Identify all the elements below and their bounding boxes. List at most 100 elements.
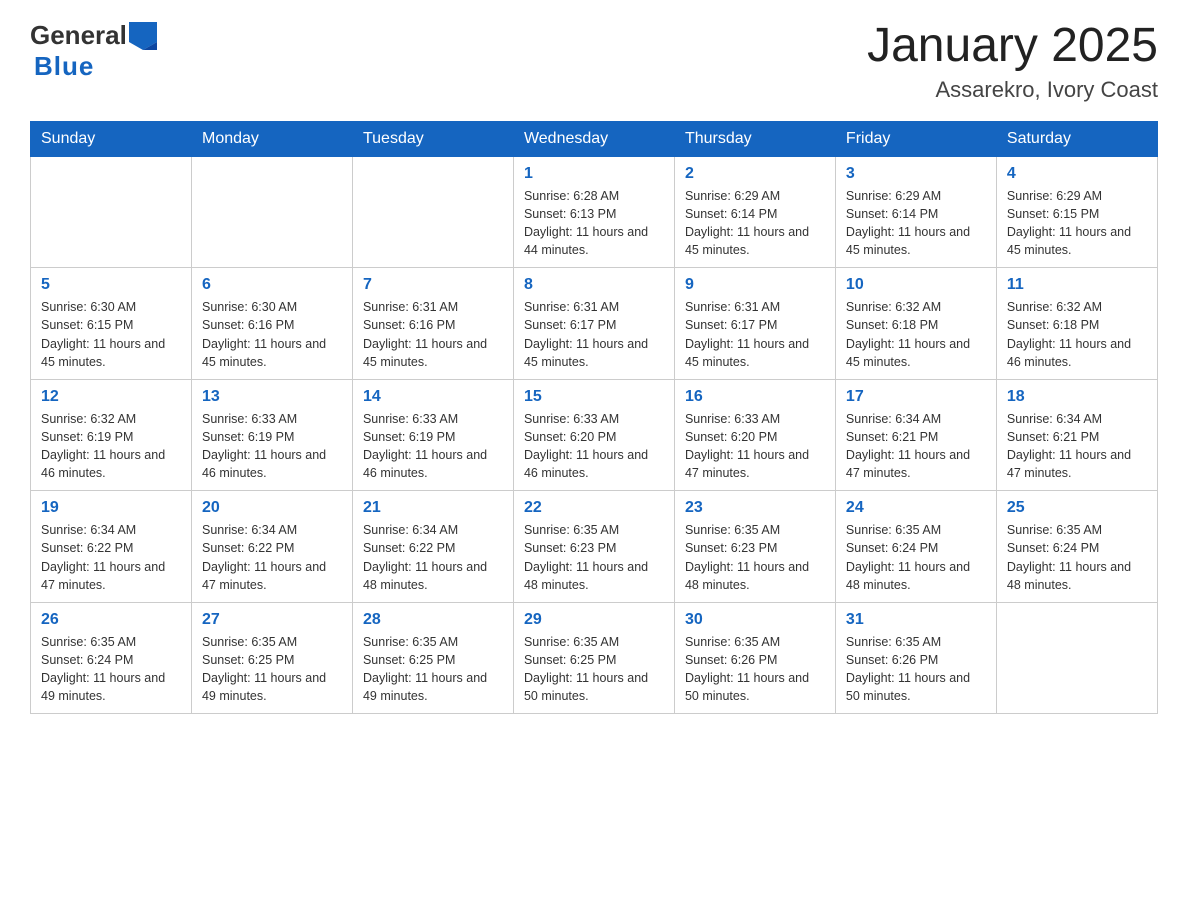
logo-icon — [129, 22, 157, 50]
day-number: 12 — [41, 388, 181, 406]
day-info: Sunrise: 6:28 AM Sunset: 6:13 PM Dayligh… — [524, 187, 664, 260]
week-row-4: 19Sunrise: 6:34 AM Sunset: 6:22 PM Dayli… — [31, 491, 1158, 603]
day-info: Sunrise: 6:29 AM Sunset: 6:14 PM Dayligh… — [846, 187, 986, 260]
calendar-table: SundayMondayTuesdayWednesdayThursdayFrid… — [30, 121, 1158, 715]
calendar-cell: 20 Sunrise: 6:34 AM Sunset: 6:22 PM Dayli… — [191, 491, 352, 603]
calendar-cell — [31, 156, 192, 268]
day-info: Sunrise: 6:34 AM Sunset: 6:22 PM Dayligh… — [41, 521, 181, 594]
day-number: 11 — [1007, 276, 1147, 294]
week-row-5: 26 Sunrise: 6:35 AM Sunset: 6:24 PM Dayli… — [31, 602, 1158, 714]
day-info: Sunrise: 6:35 AM Sunset: 6:24 PM Dayligh… — [1007, 521, 1147, 594]
calendar-cell: 13 Sunrise: 6:33 AM Sunset: 6:19 PM Dayli… — [191, 379, 352, 491]
calendar-cell: 30 Sunrise: 6:35 AM Sunset: 6:26 PM Dayli… — [674, 602, 835, 714]
calendar-cell — [996, 602, 1157, 714]
day-info: Sunrise: 6:29 AM Sunset: 6:14 PM Dayligh… — [685, 187, 825, 260]
day-info: Sunrise: 6:30 AM Sunset: 6:15 PM Dayligh… — [41, 298, 181, 371]
day-number: 17 — [846, 388, 986, 406]
day-number: 27 — [202, 611, 342, 629]
weekday-header-friday: Friday — [835, 121, 996, 156]
day-number: 25 — [1007, 499, 1147, 517]
calendar-cell: 19Sunrise: 6:34 AM Sunset: 6:22 PM Dayli… — [31, 491, 192, 603]
calendar-cell: 16 Sunrise: 6:33 AM Sunset: 6:20 PM Dayli… — [674, 379, 835, 491]
location-title: Assarekro, Ivory Coast — [867, 77, 1158, 103]
day-info: Sunrise: 6:35 AM Sunset: 6:26 PM Dayligh… — [846, 633, 986, 706]
calendar-cell: 11 Sunrise: 6:32 AM Sunset: 6:18 PM Dayli… — [996, 268, 1157, 380]
weekday-header-thursday: Thursday — [674, 121, 835, 156]
week-row-2: 5 Sunrise: 6:30 AM Sunset: 6:15 PM Daylig… — [31, 268, 1158, 380]
day-number: 22 — [524, 499, 664, 517]
day-info: Sunrise: 6:35 AM Sunset: 6:23 PM Dayligh… — [524, 521, 664, 594]
calendar-cell: 18 Sunrise: 6:34 AM Sunset: 6:21 PM Dayli… — [996, 379, 1157, 491]
day-number: 5 — [41, 276, 181, 294]
day-number: 16 — [685, 388, 825, 406]
day-info: Sunrise: 6:31 AM Sunset: 6:17 PM Dayligh… — [685, 298, 825, 371]
day-number: 31 — [846, 611, 986, 629]
day-number: 6 — [202, 276, 342, 294]
day-number: 10 — [846, 276, 986, 294]
day-info: Sunrise: 6:29 AM Sunset: 6:15 PM Dayligh… — [1007, 187, 1147, 260]
day-number: 1 — [524, 165, 664, 183]
day-number: 18 — [1007, 388, 1147, 406]
day-info: Sunrise: 6:33 AM Sunset: 6:20 PM Dayligh… — [524, 410, 664, 483]
day-info: Sunrise: 6:35 AM Sunset: 6:24 PM Dayligh… — [846, 521, 986, 594]
day-info: Sunrise: 6:34 AM Sunset: 6:21 PM Dayligh… — [846, 410, 986, 483]
logo: General Blue — [30, 20, 157, 82]
day-info: Sunrise: 6:34 AM Sunset: 6:22 PM Dayligh… — [202, 521, 342, 594]
calendar-cell: 10Sunrise: 6:32 AM Sunset: 6:18 PM Dayli… — [835, 268, 996, 380]
logo-blue: Blue — [34, 51, 94, 82]
day-number: 24 — [846, 499, 986, 517]
day-info: Sunrise: 6:32 AM Sunset: 6:19 PM Dayligh… — [41, 410, 181, 483]
day-info: Sunrise: 6:35 AM Sunset: 6:25 PM Dayligh… — [202, 633, 342, 706]
day-number: 30 — [685, 611, 825, 629]
weekday-header-saturday: Saturday — [996, 121, 1157, 156]
day-info: Sunrise: 6:34 AM Sunset: 6:21 PM Dayligh… — [1007, 410, 1147, 483]
calendar-cell: 9 Sunrise: 6:31 AM Sunset: 6:17 PM Daylig… — [674, 268, 835, 380]
day-info: Sunrise: 6:32 AM Sunset: 6:18 PM Dayligh… — [1007, 298, 1147, 371]
calendar-cell: 26 Sunrise: 6:35 AM Sunset: 6:24 PM Dayli… — [31, 602, 192, 714]
day-number: 14 — [363, 388, 503, 406]
logo-general: General — [30, 20, 127, 51]
calendar-cell: 3Sunrise: 6:29 AM Sunset: 6:14 PM Daylig… — [835, 156, 996, 268]
day-info: Sunrise: 6:31 AM Sunset: 6:17 PM Dayligh… — [524, 298, 664, 371]
calendar-cell: 6 Sunrise: 6:30 AM Sunset: 6:16 PM Daylig… — [191, 268, 352, 380]
weekday-header-row: SundayMondayTuesdayWednesdayThursdayFrid… — [31, 121, 1158, 156]
weekday-header-wednesday: Wednesday — [513, 121, 674, 156]
day-info: Sunrise: 6:35 AM Sunset: 6:23 PM Dayligh… — [685, 521, 825, 594]
day-number: 26 — [41, 611, 181, 629]
day-info: Sunrise: 6:35 AM Sunset: 6:26 PM Dayligh… — [685, 633, 825, 706]
calendar-cell: 21Sunrise: 6:34 AM Sunset: 6:22 PM Dayli… — [352, 491, 513, 603]
calendar-cell: 31 Sunrise: 6:35 AM Sunset: 6:26 PM Dayli… — [835, 602, 996, 714]
calendar-cell: 8Sunrise: 6:31 AM Sunset: 6:17 PM Daylig… — [513, 268, 674, 380]
day-info: Sunrise: 6:33 AM Sunset: 6:19 PM Dayligh… — [202, 410, 342, 483]
weekday-header-tuesday: Tuesday — [352, 121, 513, 156]
day-number: 20 — [202, 499, 342, 517]
weekday-header-monday: Monday — [191, 121, 352, 156]
calendar-cell: 27 Sunrise: 6:35 AM Sunset: 6:25 PM Dayli… — [191, 602, 352, 714]
week-row-3: 12 Sunrise: 6:32 AM Sunset: 6:19 PM Dayli… — [31, 379, 1158, 491]
day-number: 13 — [202, 388, 342, 406]
day-info: Sunrise: 6:35 AM Sunset: 6:25 PM Dayligh… — [524, 633, 664, 706]
title-section: January 2025 Assarekro, Ivory Coast — [867, 20, 1158, 103]
calendar-cell: 23 Sunrise: 6:35 AM Sunset: 6:23 PM Dayli… — [674, 491, 835, 603]
calendar-cell: 4Sunrise: 6:29 AM Sunset: 6:15 PM Daylig… — [996, 156, 1157, 268]
calendar-cell: 25 Sunrise: 6:35 AM Sunset: 6:24 PM Dayli… — [996, 491, 1157, 603]
day-number: 29 — [524, 611, 664, 629]
calendar-cell: 14 Sunrise: 6:33 AM Sunset: 6:19 PM Dayli… — [352, 379, 513, 491]
calendar-cell: 28Sunrise: 6:35 AM Sunset: 6:25 PM Dayli… — [352, 602, 513, 714]
calendar-cell — [352, 156, 513, 268]
calendar-cell: 29 Sunrise: 6:35 AM Sunset: 6:25 PM Dayli… — [513, 602, 674, 714]
day-info: Sunrise: 6:33 AM Sunset: 6:19 PM Dayligh… — [363, 410, 503, 483]
calendar-cell: 24 Sunrise: 6:35 AM Sunset: 6:24 PM Dayli… — [835, 491, 996, 603]
day-info: Sunrise: 6:30 AM Sunset: 6:16 PM Dayligh… — [202, 298, 342, 371]
day-number: 23 — [685, 499, 825, 517]
calendar-cell: 17 Sunrise: 6:34 AM Sunset: 6:21 PM Dayli… — [835, 379, 996, 491]
day-info: Sunrise: 6:33 AM Sunset: 6:20 PM Dayligh… — [685, 410, 825, 483]
day-info: Sunrise: 6:35 AM Sunset: 6:24 PM Dayligh… — [41, 633, 181, 706]
day-info: Sunrise: 6:35 AM Sunset: 6:25 PM Dayligh… — [363, 633, 503, 706]
day-number: 15 — [524, 388, 664, 406]
calendar-cell: 15 Sunrise: 6:33 AM Sunset: 6:20 PM Dayli… — [513, 379, 674, 491]
calendar-cell: 2Sunrise: 6:29 AM Sunset: 6:14 PM Daylig… — [674, 156, 835, 268]
day-number: 9 — [685, 276, 825, 294]
calendar-cell — [191, 156, 352, 268]
calendar-cell: 1 Sunrise: 6:28 AM Sunset: 6:13 PM Daylig… — [513, 156, 674, 268]
